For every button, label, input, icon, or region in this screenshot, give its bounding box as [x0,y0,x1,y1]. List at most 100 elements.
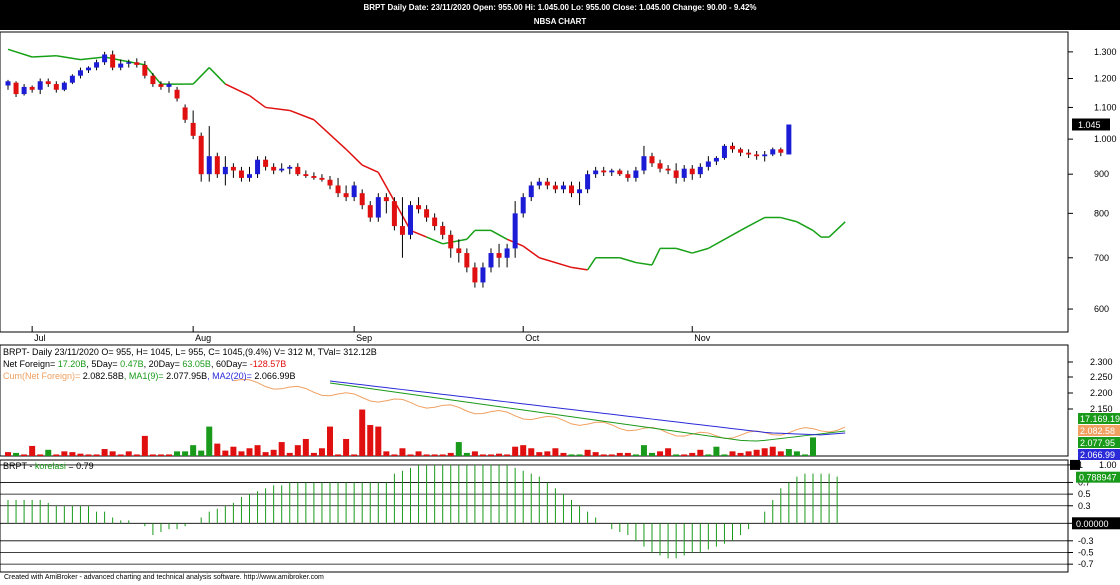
candle-body [174,89,180,99]
nf-bar [101,449,108,456]
nf-bar [222,450,229,456]
candle-body [408,205,413,235]
candle-body [198,135,204,175]
nf-tick-label: 2.250 [1090,372,1113,382]
corr-value-box-label: 0.788947 [1079,473,1117,483]
candle-body [255,159,261,175]
candle-body [287,166,293,169]
nf-bar [133,454,140,456]
candle-body [649,156,655,164]
nf-bar [439,454,446,456]
candle-body [238,170,244,178]
nf-bar [616,452,623,456]
price-tick-label: 1.200 [1094,73,1117,83]
candle-body [150,75,156,85]
candle-body [37,81,43,90]
nf-bar [327,426,333,456]
header-quote: BRPT Daily Date: 23/11/2020 Open: 955.00… [363,3,757,12]
nf-bar [351,454,358,456]
candle-body [496,253,502,258]
corr-top-marker [1070,459,1080,470]
nf-bar [415,451,422,456]
nf-bar [496,453,503,456]
nf-value: 17.20B [57,359,87,369]
corr-title: BRPT - korelasi = 0.79 [3,461,94,471]
candle-body [102,54,108,63]
candle-body [689,168,695,175]
price-tick-label: 700 [1094,253,1109,263]
nf-5day-label: , 5Day= [86,359,121,369]
candle-body [367,205,373,218]
candle-body [448,234,454,249]
nf-value-box-label: 17.169.19 [1080,414,1120,424]
nf-tick-label: 2.200 [1090,388,1113,398]
month-label: Aug [195,333,211,343]
month-label: Jul [34,333,46,343]
nf-bar [608,454,615,456]
candle-body [335,185,341,194]
nf-bar [801,454,808,456]
candle-body [569,185,574,194]
nf-bar [206,426,213,456]
candle-body [182,107,188,120]
candle-body [472,267,478,283]
candle-body [343,193,349,198]
nf-bar [657,451,664,456]
nf-bar [407,454,414,456]
nf-bar [383,451,390,456]
nf-bar [681,454,688,456]
candle-body [424,209,430,218]
price-tick-label: 1.000 [1094,134,1117,144]
candle-body [110,54,116,68]
corr-tick-label: -0.5 [1078,547,1094,557]
candle-body [166,84,172,87]
corr-tick-label: 0.3 [1078,501,1091,511]
candle-body [375,197,381,218]
nf-bar [343,438,350,456]
candle-body [585,174,591,190]
candle-body [480,267,486,283]
nf-bar [673,454,680,456]
nf-bar [810,437,816,456]
nf-bar [294,445,301,456]
candle-body [617,170,623,175]
price-tick-label: 1.300 [1094,47,1117,57]
nf-bar [544,451,551,456]
nf-bar [793,451,800,456]
candle-body [142,64,148,76]
candle-body [327,179,333,186]
candle-body [786,124,792,155]
nf-bar [61,451,68,456]
nf-bar [777,451,784,456]
chart-canvas: 1.300 1.200 1.100 1.000 900 800 700 600 Jul Aug Se… [0,31,1120,573]
nf-bar [528,448,535,456]
cum-value: 2.082.58B [82,371,124,381]
candle-body [86,67,91,71]
candle-body [77,70,83,76]
candle-body [456,248,462,254]
candle-body [657,163,663,169]
nf-value-box-label: 2.077.95 [1080,438,1115,448]
nf-bar [536,452,543,456]
nf-bar [117,454,124,456]
nf-bar [689,452,696,456]
candle-body [45,81,51,85]
nf-bar [109,451,116,456]
nf-bar [375,426,382,456]
candle-body [577,189,583,194]
nf-bar [262,452,269,456]
nf-bar [367,425,374,456]
nf-bar [624,452,631,456]
nf-bar [69,452,76,456]
nf-bar [463,452,470,456]
candle-body [69,75,75,83]
candle-body [641,156,647,171]
nf-bar [745,451,752,456]
candle-body [247,174,252,178]
candle-body [190,122,196,136]
candle-body [303,174,309,177]
nf-bar [592,452,599,456]
candle-body [351,185,357,198]
candle-body [214,156,220,175]
candle-body [746,152,752,155]
